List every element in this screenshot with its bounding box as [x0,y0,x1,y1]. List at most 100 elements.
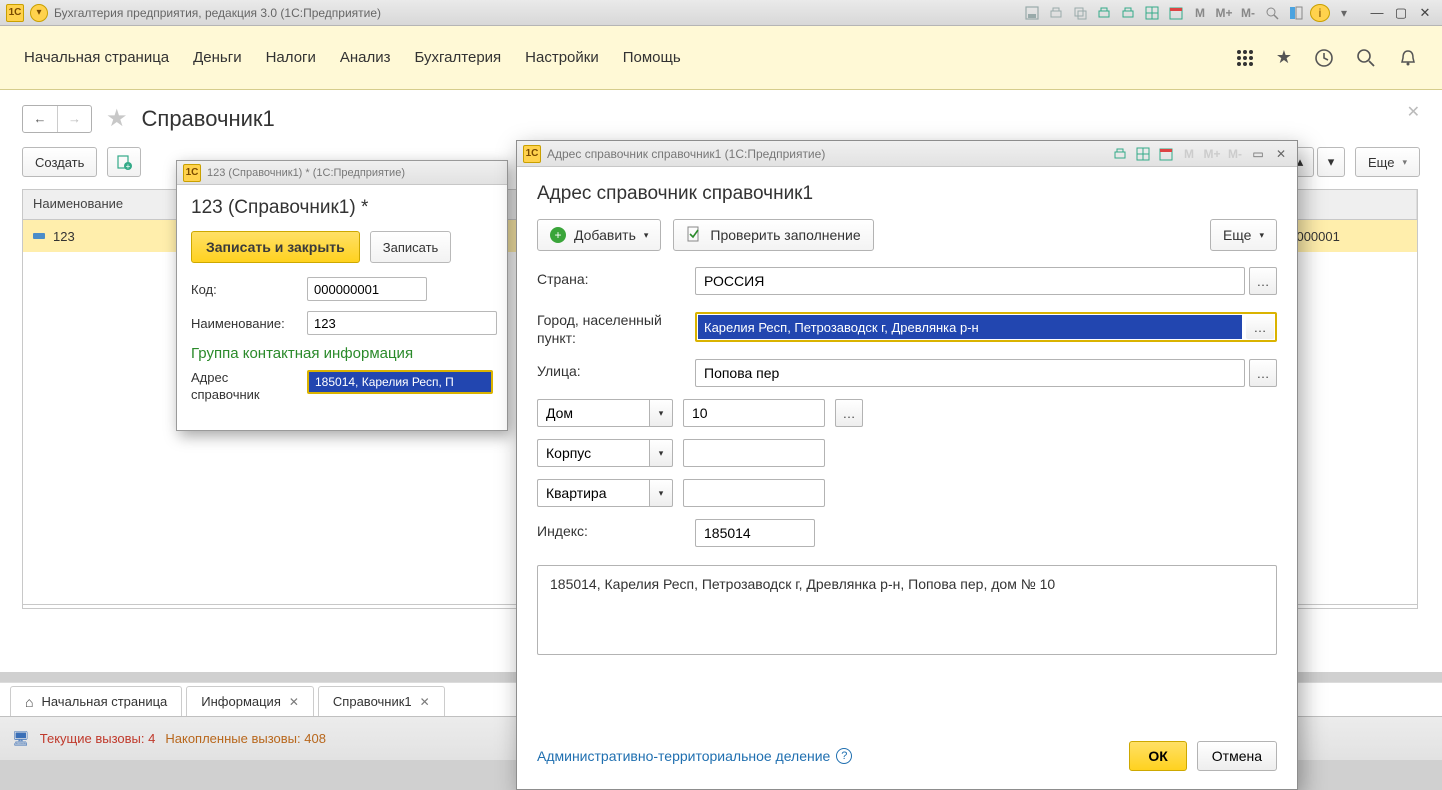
search-icon[interactable] [1356,48,1376,68]
city-field[interactable]: Карелия Респ, Петрозаводск г, Древлянка … [698,315,1242,339]
corp-number-field[interactable] [683,439,825,467]
more-button[interactable]: Еще▾ [1210,219,1277,251]
print-icon[interactable] [1046,4,1066,22]
copy-icon[interactable] [1070,4,1090,22]
index-label: Индекс: [537,519,685,539]
app-titlebar: 1С ▾ Бухгалтерия предприятия, редакция 3… [0,0,1442,26]
contact-group-heading: Группа контактная информация [191,345,493,362]
status-accumulated: Накопленные вызовы: 408 [165,731,326,746]
save-and-close-button[interactable]: Записать и закрыть [191,231,360,263]
card-form-dialog: 1С 123 (Справочник1) * (1С:Предприятие) … [176,160,508,431]
check-fill-button[interactable]: Проверить заполнение [673,219,873,251]
memory-m-icon[interactable]: M [1190,4,1210,22]
tab-close-icon[interactable]: ✕ [289,695,299,709]
city-label: Город, населенныйпункт: [537,307,685,347]
list-down-button[interactable]: ▾ [1317,147,1345,177]
dialog-close-icon[interactable]: ✕ [1271,145,1291,163]
window-close-icon[interactable]: ✕ [1414,4,1436,22]
nav-settings[interactable]: Настройки [525,49,599,66]
history-icon[interactable] [1314,48,1334,68]
bell-icon[interactable] [1398,48,1418,68]
address-field[interactable]: 185014, Карелия Респ, П [307,370,493,394]
flat-type-dropdown[interactable]: ▾ [649,479,673,507]
help-question-icon[interactable]: ? [836,748,852,764]
code-field[interactable] [307,277,427,301]
chevron-down-icon[interactable]: ▾ [1334,4,1354,22]
dialog-title: 123 (Справочник1) * (1С:Предприятие) [207,167,405,179]
dialog-titlebar[interactable]: 1С Адрес справочник справочник1 (1С:Пред… [517,141,1297,167]
nav-money[interactable]: Деньги [193,49,241,66]
house-picker-button[interactable]: … [835,399,863,427]
country-field[interactable] [695,267,1245,295]
cancel-button[interactable]: Отмена [1197,741,1277,771]
grid-icon[interactable] [1133,145,1153,163]
home-icon: ⌂ [25,694,33,710]
nav-help[interactable]: Помощь [623,49,681,66]
status-current: Текущие вызовы: 4 [40,731,156,746]
app-logo-icon: 1С [523,145,541,163]
flat-type-field[interactable] [537,479,649,507]
window-restore-icon[interactable]: ▭ [1248,145,1268,163]
calendar-icon[interactable] [1166,4,1186,22]
app-title: Бухгалтерия предприятия, редакция 3.0 (1… [54,6,381,20]
house-type-dropdown[interactable]: ▾ [649,399,673,427]
create-copy-button[interactable]: + [107,147,141,177]
page-close-icon[interactable]: ✕ [1407,102,1420,122]
titlebar-tool-icons: M M+ M- i ▾ [1022,4,1354,22]
admin-division-link[interactable]: Административно-территориальное деление … [537,748,852,764]
panes-icon[interactable] [1286,4,1306,22]
window-maximize-icon[interactable]: ▢ [1390,4,1412,22]
full-address-box[interactable]: 185014, Карелия Респ, Петрозаводск г, Др… [537,565,1277,655]
house-type-field[interactable] [537,399,649,427]
create-button[interactable]: Создать [22,147,97,177]
city-picker-button[interactable]: … [1246,315,1274,339]
corp-type-field[interactable] [537,439,649,467]
printer3-icon[interactable] [1118,4,1138,22]
street-label: Улица: [537,359,685,379]
street-picker-button[interactable]: … [1249,359,1277,387]
corp-type-dropdown[interactable]: ▾ [649,439,673,467]
index-field[interactable] [695,519,815,547]
more-button[interactable]: Еще▾ [1355,147,1420,177]
favorite-star-icon[interactable]: ★ [106,104,128,133]
nav-forward-button[interactable]: → [57,106,91,132]
save-icon[interactable] [1022,4,1042,22]
save-button[interactable]: Записать [370,231,452,263]
dropdown-arrow-icon[interactable]: ▾ [30,4,48,22]
help-icon[interactable]: i [1310,4,1330,22]
star-icon[interactable]: ★ [1276,47,1292,68]
nav-accounting[interactable]: Бухгалтерия [415,49,502,66]
window-minimize-icon[interactable]: — [1366,4,1388,22]
name-field[interactable] [307,311,497,335]
country-label: Страна: [537,267,685,287]
nav-taxes[interactable]: Налоги [266,49,316,66]
memory-mplus-icon: M+ [1202,145,1222,163]
dialog-titlebar[interactable]: 1С 123 (Справочник1) * (1С:Предприятие) [177,161,507,185]
main-nav: Начальная страница Деньги Налоги Анализ … [0,26,1442,90]
apps-grid-icon[interactable] [1236,49,1254,67]
add-button[interactable]: + Добавить ▾ [537,219,661,251]
nav-home[interactable]: Начальная страница [24,49,169,66]
memory-mminus-icon[interactable]: M- [1238,4,1258,22]
flat-number-field[interactable] [683,479,825,507]
tab-close-icon[interactable]: ✕ [420,695,430,709]
grid-icon[interactable] [1142,4,1162,22]
tab-info[interactable]: Информация ✕ [186,686,314,716]
form-heading: Адрес справочник справочник1 [537,183,1277,205]
country-picker-button[interactable]: … [1249,267,1277,295]
memory-mplus-icon[interactable]: M+ [1214,4,1234,22]
nav-back-button[interactable]: ← [23,106,57,132]
street-field[interactable] [695,359,1245,387]
printer2-icon[interactable] [1094,4,1114,22]
ok-button[interactable]: ОК [1129,741,1186,771]
zoom-icon[interactable] [1262,4,1282,22]
house-number-field[interactable] [683,399,825,427]
document-check-icon [686,226,702,245]
tab-home[interactable]: ⌂ Начальная страница [10,686,182,716]
print-icon[interactable] [1110,145,1130,163]
nav-analysis[interactable]: Анализ [340,49,391,66]
svg-text:+: + [126,162,131,170]
tab-reference[interactable]: Справочник1 ✕ [318,686,445,716]
nav-back-forward: ← → [22,105,92,133]
calendar-icon[interactable] [1156,145,1176,163]
